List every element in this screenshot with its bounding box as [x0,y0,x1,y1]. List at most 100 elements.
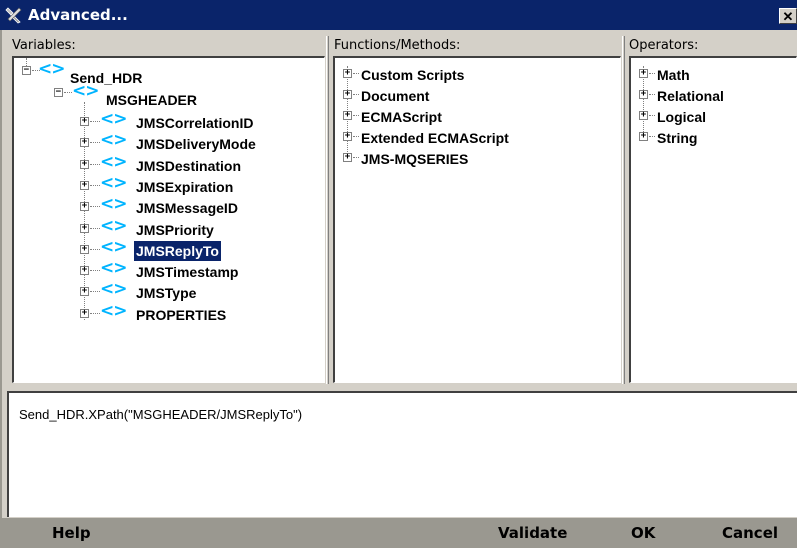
button-bar: Help Validate OK Cancel [0,518,797,548]
xml-element-icon: <> [38,59,65,79]
window-edge [0,30,2,518]
tree-line [90,270,100,272]
tree-node-jmscorrelationid[interactable]: JMSCorrelationID [134,113,255,133]
tree-node-jmsdestination[interactable]: JMSDestination [134,156,243,176]
cancel-button[interactable]: Cancel [722,524,778,542]
function-jms-mqseries-label: JMS-MQSERIES [361,151,469,167]
tools-icon [5,6,23,24]
tree-node-jmsexpiration-label: JMSExpiration [136,178,234,195]
tree-node-jmsmessageid[interactable]: JMSMessageID [134,198,240,218]
expander-jmsexpiration[interactable]: + [80,180,89,190]
xml-element-icon: <> [100,172,127,193]
close-button[interactable]: ✕ [779,8,797,24]
expander-jmstype[interactable]: + [80,287,89,297]
operator-string[interactable]: String [655,128,699,148]
xml-element-icon: <> [100,279,127,300]
expander-extended-ecmascript[interactable]: + [343,132,352,141]
expander-jmscorrelationid[interactable]: + [80,117,89,126]
expander-jmsdeliverymode[interactable]: + [80,138,89,148]
tree-node-properties-label: PROPERTIES [136,306,227,323]
expander-jms-mqseries[interactable]: + [343,153,352,162]
function-extended-ecmascript[interactable]: Extended ECMAScript [359,128,511,148]
operator-relational[interactable]: Relational [655,86,726,106]
window-title: Advanced... [28,6,128,24]
expander-logical[interactable]: + [639,111,648,120]
tree-node-properties[interactable]: PROPERTIES [134,305,228,325]
tree-node-msgheader-label: MSGHEADER [106,92,198,108]
xml-element-icon: <> [100,194,127,215]
splitter-left[interactable] [326,36,329,384]
function-ecmascript[interactable]: ECMAScript [359,107,444,127]
expander-math[interactable]: + [639,69,648,78]
xml-element-icon: <> [100,300,127,321]
title-bar: Advanced... ✕ [0,0,797,30]
xml-element-icon: <> [100,236,127,257]
functions-label: Functions/Methods: [334,38,461,53]
operator-relational-label: Relational [657,88,724,104]
expander-custom-scripts[interactable]: + [343,69,352,78]
msgheader-expander[interactable]: − [54,88,63,97]
tree-node-jmsexpiration[interactable]: JMSExpiration [134,177,235,197]
function-custom-scripts-label: Custom Scripts [361,67,465,83]
function-custom-scripts[interactable]: Custom Scripts [359,65,466,85]
xml-element-icon: <> [100,151,127,172]
help-button[interactable]: Help [52,524,91,542]
function-document[interactable]: Document [359,86,431,106]
tree-line [90,121,100,122]
xml-element-icon: <> [100,109,127,129]
tree-line [90,163,100,165]
tree-node-jmstimestamp-label: JMSTimestamp [136,264,239,281]
operator-string-label: String [657,130,698,146]
variables-tree[interactable]: − <> Send_HDR − <> MSGHEADER + <> JMSCorrelation… [12,56,325,383]
validate-button[interactable]: Validate [498,524,567,542]
operator-math-label: Math [657,67,690,83]
operators-label: Operators: [629,38,699,53]
expander-jmstimestamp[interactable]: + [80,266,89,276]
expander-jmsdestination[interactable]: + [80,159,89,169]
expression-editor[interactable]: Send_HDR.XPath("MSGHEADER/JMSReplyTo") [7,391,797,517]
operators-tree[interactable]: + Math + Relational + Logical + String [629,56,797,383]
functions-tree[interactable]: + Custom Scripts + Document + ECMAScript + Exte… [333,56,621,383]
tree-line [90,142,100,144]
function-extended-ecmascript-label: Extended ECMAScript [361,130,509,146]
expander-document[interactable]: + [343,90,352,99]
expression-text[interactable]: Send_HDR.XPath("MSGHEADER/JMSReplyTo") [19,407,302,422]
tree-line [90,184,100,186]
tree-line [90,206,100,208]
tree-node-jmspriority-label: JMSPriority [136,221,214,238]
expander-jmspriority[interactable]: + [80,223,89,233]
tree-node-jmsmessageid-label: JMSMessageID [136,200,238,217]
splitter-right[interactable] [622,36,625,384]
operator-logical[interactable]: Logical [655,107,708,127]
expander-jmsmessageid[interactable]: + [80,202,89,212]
expander-ecmascript[interactable]: + [343,111,352,120]
variables-label: Variables: [12,38,76,53]
tree-line [90,312,100,314]
tree-node-jmsreplyto[interactable]: JMSReplyTo [133,239,222,262]
operator-math[interactable]: Math [655,65,692,85]
function-ecmascript-label: ECMAScript [361,109,442,125]
tree-line [64,92,72,93]
tree-node-jmspriority[interactable]: JMSPriority [134,220,216,240]
tree-line [90,227,100,229]
expander-relational[interactable]: + [639,90,648,99]
expander-string[interactable]: + [639,132,648,141]
tree-node-jmsdestination-label: JMSDestination [136,157,242,174]
tree-line [90,248,100,250]
tree-node-jmstimestamp[interactable]: JMSTimestamp [134,262,240,282]
root-expander[interactable]: − [22,66,31,75]
tree-node-jmscorrelationid-label: JMSCorrelationID [136,115,254,131]
xml-element-icon: <> [72,81,99,101]
function-document-label: Document [361,88,430,104]
xml-element-icon: <> [100,130,127,151]
expander-jmsreplyto[interactable]: + [80,244,89,254]
expander-properties[interactable]: + [80,308,89,318]
tree-line [90,291,100,293]
ok-button[interactable]: OK [631,524,655,542]
tree-node-jmstype[interactable]: JMSType [134,283,198,303]
tree-node-jmsdeliverymode-label: JMSDeliveryMode [136,136,256,153]
function-jms-mqseries[interactable]: JMS-MQSERIES [359,149,470,169]
tree-node-jmsdeliverymode[interactable]: JMSDeliveryMode [134,134,258,154]
tree-node-msgheader[interactable]: MSGHEADER [104,90,199,110]
xml-element-icon: <> [100,258,127,279]
